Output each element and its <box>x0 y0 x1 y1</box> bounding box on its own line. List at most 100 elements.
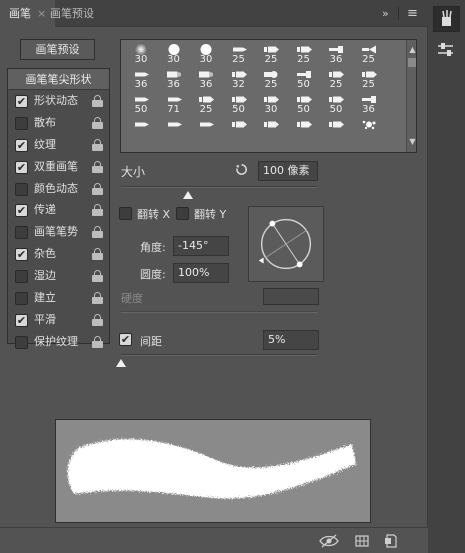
option-row[interactable]: ✔ 传递 <box>8 199 109 221</box>
option-row[interactable]: 建立 <box>8 287 109 309</box>
lock-icon[interactable] <box>92 313 103 326</box>
splatter-brush-icon <box>360 119 378 130</box>
option-row[interactable]: 散布 <box>8 112 109 134</box>
panel-menu-icon[interactable]: ≡ <box>407 0 418 27</box>
lock-icon[interactable] <box>92 270 103 283</box>
option-checkbox[interactable] <box>15 226 28 240</box>
scroll-up-icon[interactable]: ▲ <box>408 46 416 54</box>
scroll-down-icon[interactable]: ▼ <box>408 138 416 146</box>
brush-tip-cell[interactable]: 36 <box>190 67 222 91</box>
option-checkbox[interactable]: ✔ <box>15 138 28 152</box>
brush-tip-cell[interactable]: 50 <box>320 92 352 116</box>
lock-icon[interactable] <box>92 292 103 305</box>
brush-tip-cell[interactable]: 30 <box>158 42 190 66</box>
option-checkbox[interactable]: ✔ <box>15 204 28 218</box>
lock-icon[interactable] <box>92 248 103 261</box>
brush-tip-cell[interactable]: 25 <box>255 42 287 66</box>
spacing-field[interactable]: 5% <box>263 330 319 350</box>
option-row[interactable]: 湿边 <box>8 265 109 287</box>
lock-icon[interactable] <box>92 182 103 195</box>
brush-tip-cell[interactable]: 25 <box>320 67 352 91</box>
option-row[interactable]: 画笔笔势 <box>8 221 109 243</box>
brush-tip-cell[interactable]: 71 <box>158 92 190 116</box>
brush-tip-cell[interactable]: 50 <box>288 92 320 116</box>
option-row[interactable]: ✔ 双重画笔 <box>8 156 109 178</box>
brush-settings-button[interactable] <box>433 38 460 64</box>
brush-tip-cell[interactable] <box>288 117 320 141</box>
brush-tip-cell[interactable] <box>223 117 255 141</box>
brush-tip-cell[interactable]: 36 <box>320 42 352 66</box>
option-checkbox[interactable] <box>15 270 28 284</box>
lock-icon[interactable] <box>92 226 103 239</box>
size-slider-thumb[interactable] <box>182 191 193 199</box>
brush-tip-cell[interactable]: 50 <box>288 67 320 91</box>
brush-tip-cell[interactable] <box>255 117 287 141</box>
option-checkbox[interactable] <box>15 116 28 130</box>
option-checkbox[interactable] <box>15 335 28 349</box>
brush-tip-cell[interactable]: 25 <box>353 67 385 91</box>
brush-tip-cell[interactable]: 25 <box>223 42 255 66</box>
option-row[interactable]: ✔ 杂色 <box>8 243 109 265</box>
reset-size-icon[interactable] <box>235 163 248 176</box>
brush-tip-cell[interactable]: 25 <box>190 92 222 116</box>
grid-icon[interactable] <box>355 534 369 548</box>
spacing-slider-thumb[interactable] <box>116 359 126 367</box>
brush-grid-scrollbar[interactable]: ▲ ▼ <box>406 40 416 152</box>
option-row[interactable]: 保护纹理 <box>8 331 109 353</box>
option-row[interactable]: ✔ 纹理 <box>8 134 109 156</box>
roundness-label: 圆度: <box>140 268 166 281</box>
brush-tip-cell[interactable] <box>320 117 352 141</box>
option-row[interactable]: ✔ 形状动态 <box>8 90 109 112</box>
size-field[interactable]: 100 像素 <box>258 161 318 181</box>
roundness-field[interactable]: 100% <box>173 263 229 283</box>
brush-tip-cell[interactable]: 50 <box>125 92 157 116</box>
option-checkbox[interactable]: ✔ <box>15 313 28 327</box>
brush-tip-cell[interactable]: 25 <box>353 42 385 66</box>
brush-tip-cell[interactable]: 25 <box>288 42 320 66</box>
new-preset-icon[interactable] <box>384 534 398 548</box>
brush-tip-cell[interactable]: 36 <box>353 92 385 116</box>
collapse-icon[interactable]: » <box>382 0 389 27</box>
hardness-label: 硬度 <box>121 292 143 305</box>
brush-tip-cell[interactable]: 30 <box>125 42 157 66</box>
brush-presets-button[interactable]: 画笔预设 <box>20 39 95 60</box>
brush-tip-cell[interactable]: 32 <box>223 67 255 91</box>
tab-brush-presets[interactable]: 画笔预设 <box>41 0 103 27</box>
option-checkbox[interactable]: ✔ <box>15 248 28 262</box>
option-row[interactable]: ✔ 平滑 <box>8 309 109 331</box>
brush-tip-cell[interactable] <box>125 117 157 141</box>
option-checkbox[interactable] <box>15 182 28 196</box>
brush-tip-size: 30 <box>134 54 148 65</box>
lock-icon[interactable] <box>92 138 103 151</box>
brush-tip-cell[interactable]: 36 <box>158 67 190 91</box>
spacing-checkbox[interactable]: ✔ <box>119 333 132 346</box>
brush-tip-cell[interactable]: 30 <box>190 42 222 66</box>
size-slider[interactable] <box>121 186 317 188</box>
spacing-slider[interactable] <box>121 354 317 356</box>
lock-icon[interactable] <box>92 160 103 173</box>
visibility-toggle-icon[interactable] <box>319 534 339 548</box>
flip-x-checkbox[interactable] <box>119 207 132 220</box>
option-row[interactable]: 颜色动态 <box>8 178 109 200</box>
option-checkbox[interactable] <box>15 292 28 306</box>
brush-tip-cell[interactable]: 25 <box>255 67 287 91</box>
brush-panel-button[interactable] <box>433 6 460 32</box>
brush-tip-shape-item[interactable]: 画笔笔尖形状 <box>8 69 109 90</box>
lock-icon[interactable] <box>92 95 103 107</box>
brush-tip-cell[interactable]: 30 <box>255 92 287 116</box>
brush-tip-cell[interactable] <box>158 117 190 141</box>
angle-roundness-widget[interactable] <box>248 206 324 282</box>
option-label: 湿边 <box>34 269 56 283</box>
brush-tip-cell[interactable] <box>353 117 385 141</box>
lock-icon[interactable] <box>92 116 103 129</box>
brush-tip-cell[interactable]: 36 <box>125 67 157 91</box>
flip-y-checkbox[interactable] <box>176 207 189 220</box>
lock-icon[interactable] <box>92 335 103 348</box>
lock-icon[interactable] <box>92 204 103 217</box>
brush-tip-cell[interactable]: 50 <box>223 92 255 116</box>
angle-field[interactable]: -145° <box>173 236 229 256</box>
brush-tip-cell[interactable] <box>190 117 222 141</box>
option-checkbox[interactable]: ✔ <box>15 95 28 108</box>
scroll-thumb[interactable] <box>408 58 416 67</box>
option-checkbox[interactable]: ✔ <box>15 160 28 174</box>
